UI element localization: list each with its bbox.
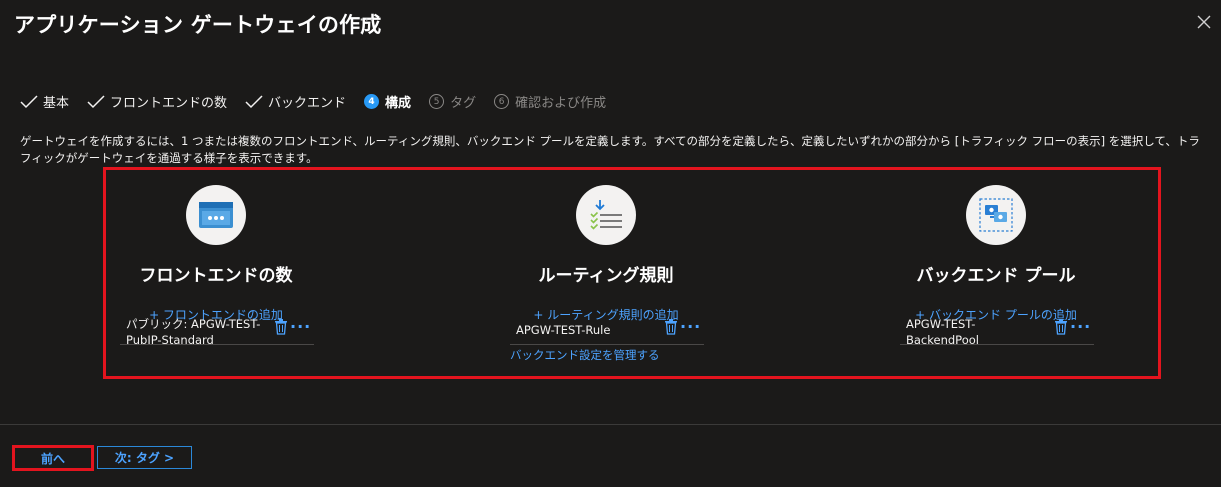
backend-column: バックエンド プール + バックエンド プールの追加 — [886, 185, 1106, 323]
more-options-icon[interactable]: ··· — [359, 10, 374, 29]
check-icon — [245, 94, 263, 108]
frontend-item-label: パブリック: APGW-TEST-PubIP-Standard — [126, 317, 261, 347]
backend-item-row[interactable]: APGW-TEST-BackendPool ··· — [900, 317, 1094, 347]
step-frontends[interactable]: フロントエンドの数 — [87, 92, 227, 111]
page-title: アプリケーション ゲートウェイの作成 — [14, 13, 382, 37]
backend-item-label: APGW-TEST-BackendPool — [906, 317, 979, 347]
routing-title: ルーティング規則 — [538, 266, 674, 286]
routing-item-row[interactable]: APGW-TEST-Rule ··· — [510, 318, 704, 345]
routing-icon-circle — [576, 185, 636, 245]
next-tags-button[interactable]: 次: タグ > — [97, 446, 192, 469]
frontend-column: フロントエンドの数 + フロントエンドの追加 — [106, 185, 326, 323]
step-review-create[interactable]: 6 確認および作成 — [494, 92, 606, 111]
step-label: タグ — [450, 96, 477, 111]
step-number-badge: 5 — [429, 94, 445, 109]
configuration-description: ゲートウェイを作成するには、1 つまたは複数のフロントエンド、ルーティング規則、… — [20, 134, 1200, 165]
delete-icon[interactable] — [1054, 319, 1068, 335]
step-label: 確認および作成 — [515, 96, 607, 111]
footer-divider — [0, 424, 1221, 425]
step-configuration[interactable]: 4 構成 — [364, 92, 411, 111]
step-number-badge: 6 — [494, 94, 510, 109]
wizard-steps: 基本 フロントエンドの数 バックエンド 4 構成 5 タグ 6 確認および作成 — [20, 92, 624, 111]
delete-icon[interactable] — [664, 319, 678, 335]
delete-icon[interactable] — [274, 319, 288, 335]
more-actions-icon[interactable]: ··· — [1070, 319, 1091, 335]
frontend-title: フロントエンドの数 — [139, 266, 293, 286]
routing-rules-icon — [590, 200, 622, 230]
check-icon — [87, 94, 105, 108]
step-label: バックエンド — [268, 96, 347, 111]
step-label: フロントエンドの数 — [110, 96, 228, 111]
step-basics[interactable]: 基本 — [20, 92, 69, 111]
routing-column: ルーティング規則 + ルーティング規則の追加 — [496, 185, 716, 323]
previous-button[interactable]: 前へ — [12, 445, 94, 471]
close-icon[interactable] — [1194, 12, 1214, 32]
step-label: 基本 — [43, 96, 70, 111]
routing-item-label: APGW-TEST-Rule — [516, 323, 611, 337]
manage-backend-settings-link[interactable]: バックエンド設定を管理する — [510, 347, 660, 363]
more-actions-icon[interactable]: ··· — [680, 319, 701, 335]
step-backends[interactable]: バックエンド — [245, 92, 346, 111]
frontend-window-icon — [199, 202, 233, 228]
backend-title: バックエンド プール — [916, 266, 1076, 286]
step-number-badge: 4 — [364, 94, 380, 109]
step-tags[interactable]: 5 タグ — [429, 92, 476, 111]
step-label: 構成 — [385, 96, 412, 111]
frontend-item-row[interactable]: パブリック: APGW-TEST-PubIP-Standard ··· — [120, 317, 314, 347]
more-actions-icon[interactable]: ··· — [290, 319, 311, 335]
check-icon — [20, 94, 38, 108]
frontend-icon-circle — [186, 185, 246, 245]
backend-icon-circle — [966, 185, 1026, 245]
backend-pool-icon — [979, 198, 1013, 232]
